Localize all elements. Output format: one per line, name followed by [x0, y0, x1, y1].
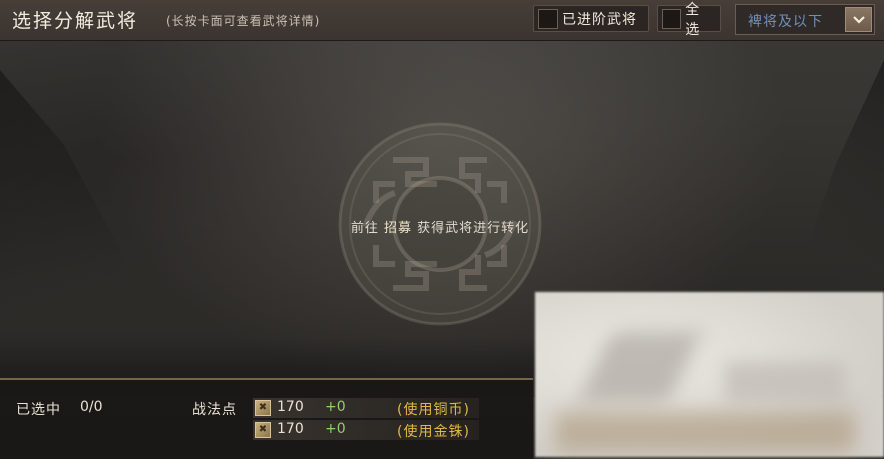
tactic-points-amount: 170	[277, 421, 304, 437]
blurred-region	[535, 292, 884, 457]
select-all-label: 全选	[685, 1, 701, 38]
tactic-points-label: 战法点	[192, 402, 237, 418]
blur-smear	[555, 412, 855, 452]
page-hint: (长按卡面可查看武将详情)	[166, 14, 321, 28]
message-suffix: 获得武将进行转化	[417, 221, 530, 236]
tactic-points-bonus: +0	[325, 399, 346, 415]
blur-smear	[725, 362, 845, 402]
blur-smear	[578, 332, 702, 402]
checkbox-box[interactable]	[538, 8, 558, 29]
rank-filter-dropdown[interactable]: 裨将及以下	[735, 4, 875, 35]
dropdown-toggle-button[interactable]	[845, 7, 872, 32]
chevron-down-icon	[852, 15, 865, 24]
selected-label: 已选中	[16, 402, 61, 418]
checkbox-box[interactable]	[662, 8, 682, 29]
selected-count: 0/0	[80, 399, 103, 415]
select-all-checkbox[interactable]: 全选	[657, 2, 721, 38]
advanced-generals-checkbox[interactable]: 已进阶武将	[533, 5, 649, 32]
message-prefix: 前往	[350, 221, 379, 236]
tactic-points-row-copper: ✖ 170 +0 (使用铜币)	[253, 398, 479, 418]
tactic-points-row-gold: ✖ 170 +0 (使用金铢)	[253, 420, 479, 440]
use-copper-label: (使用铜币)	[397, 402, 470, 418]
use-gold-label: (使用金铢)	[397, 424, 470, 440]
tactic-point-icon: ✖	[255, 400, 271, 416]
page-title: 选择分解武将	[12, 10, 139, 32]
tactic-points-bonus: +0	[325, 421, 346, 437]
advanced-generals-label: 已进阶武将	[562, 11, 637, 28]
header-bar: 选择分解武将 (长按卡面可查看武将详情) 已进阶武将 全选 裨将及以下	[0, 0, 884, 41]
bottom-summary-bar: 已选中 0/0 战法点 ✖ 170 +0 (使用铜币) ✖ 170 +0 (使用…	[0, 378, 533, 459]
empty-state-message: 前往 招募 获得武将进行转化	[330, 217, 550, 236]
tactic-point-icon: ✖	[255, 422, 271, 438]
recruit-link[interactable]: 招募	[384, 221, 412, 236]
tactic-points-amount: 170	[277, 399, 304, 415]
rank-filter-value: 裨将及以下	[748, 14, 823, 30]
